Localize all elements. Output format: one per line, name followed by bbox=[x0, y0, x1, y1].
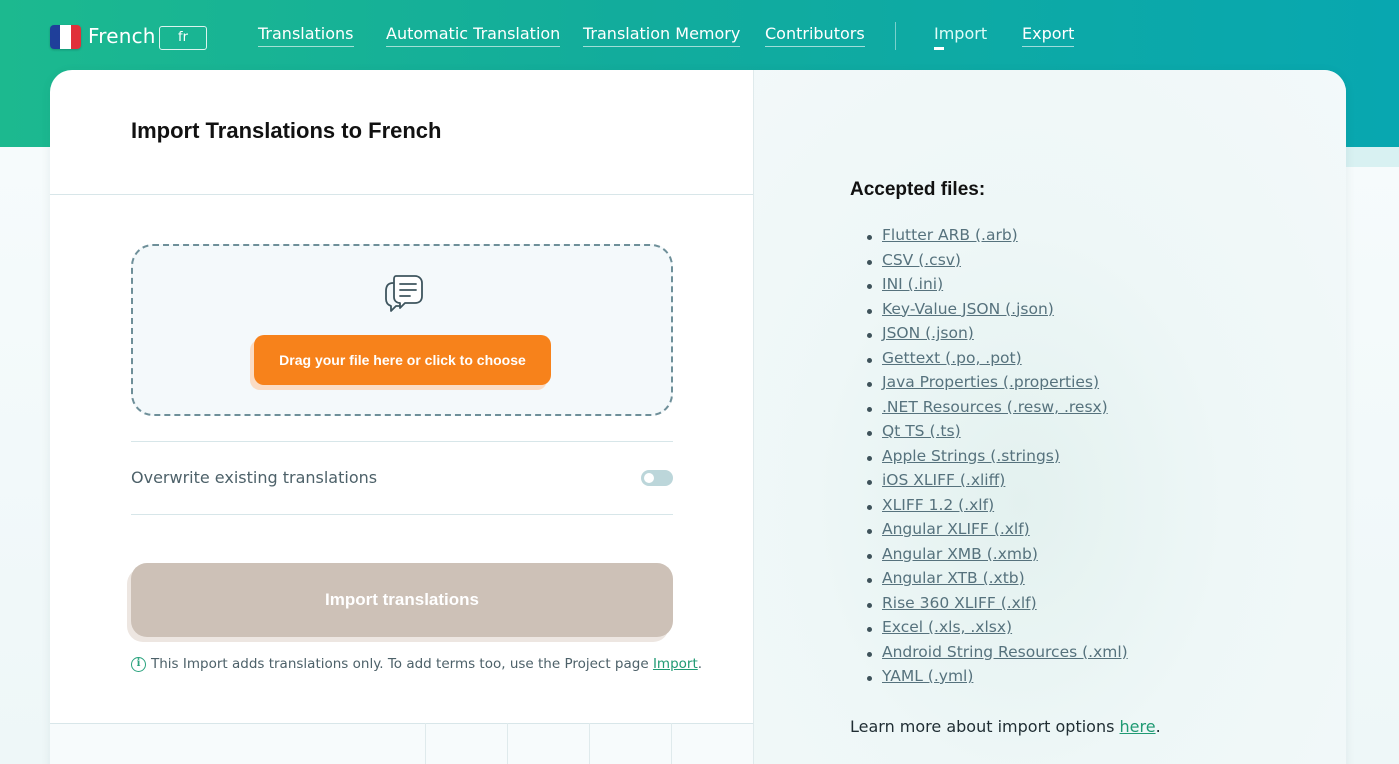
document-chat-icon bbox=[385, 275, 423, 312]
accepted-file-link[interactable]: Angular XTB (.xtb) bbox=[882, 569, 1025, 587]
accepted-file-item: Qt TS (.ts) bbox=[850, 422, 1128, 447]
accepted-files-title: Accepted files: bbox=[850, 179, 986, 200]
bottom-divider bbox=[50, 723, 753, 724]
accepted-file-link[interactable]: Apple Strings (.strings) bbox=[882, 447, 1060, 465]
accepted-file-item: CSV (.csv) bbox=[850, 251, 1128, 276]
grid-line bbox=[425, 723, 426, 764]
nav-translation-memory[interactable]: Translation Memory bbox=[583, 24, 741, 47]
page-title: Import Translations to French bbox=[131, 118, 442, 143]
learn-more-text: Learn more about import options bbox=[850, 717, 1120, 736]
accepted-file-item: iOS XLIFF (.xliff) bbox=[850, 471, 1128, 496]
accepted-file-link[interactable]: iOS XLIFF (.xliff) bbox=[882, 471, 1005, 489]
accepted-file-link[interactable]: Java Properties (.properties) bbox=[882, 373, 1099, 391]
accepted-file-item: Gettext (.po, .pot) bbox=[850, 349, 1128, 374]
grid-line bbox=[507, 723, 508, 764]
overwrite-toggle[interactable] bbox=[641, 470, 673, 486]
accepted-file-link[interactable]: XLIFF 1.2 (.xlf) bbox=[882, 496, 994, 514]
learn-more: Learn more about import options here. bbox=[850, 717, 1161, 736]
accepted-file-link[interactable]: Angular XMB (.xmb) bbox=[882, 545, 1038, 563]
language-name: French bbox=[88, 24, 156, 48]
accepted-file-item: INI (.ini) bbox=[850, 275, 1128, 300]
flag-fr-icon bbox=[50, 25, 81, 49]
title-divider bbox=[50, 194, 753, 195]
accepted-file-link[interactable]: Excel (.xls, .xlsx) bbox=[882, 618, 1012, 636]
note-import-link[interactable]: Import bbox=[653, 656, 698, 672]
accepted-file-item: Java Properties (.properties) bbox=[850, 373, 1128, 398]
accepted-file-item: Excel (.xls, .xlsx) bbox=[850, 618, 1128, 643]
grid-line bbox=[671, 723, 672, 764]
learn-more-end: . bbox=[1155, 717, 1161, 736]
accepted-file-item: Key-Value JSON (.json) bbox=[850, 300, 1128, 325]
accepted-file-item: Flutter ARB (.arb) bbox=[850, 226, 1128, 251]
accepted-file-link[interactable]: CSV (.csv) bbox=[882, 251, 961, 269]
overwrite-label: Overwrite existing translations bbox=[131, 468, 378, 487]
accepted-files-list: Flutter ARB (.arb) CSV (.csv) INI (.ini) Ke… bbox=[850, 226, 1128, 692]
accepted-file-link[interactable]: Flutter ARB (.arb) bbox=[882, 226, 1018, 244]
nav-translations[interactable]: Translations bbox=[258, 24, 354, 47]
accepted-file-item: Rise 360 XLIFF (.xlf) bbox=[850, 594, 1128, 619]
accepted-file-item: .NET Resources (.resw, .resx) bbox=[850, 398, 1128, 423]
accepted-file-link[interactable]: Key-Value JSON (.json) bbox=[882, 300, 1054, 318]
accepted-file-item: Angular XTB (.xtb) bbox=[850, 569, 1128, 594]
accepted-file-link[interactable]: Qt TS (.ts) bbox=[882, 422, 961, 440]
nav-contributors[interactable]: Contributors bbox=[765, 24, 865, 47]
nav-separator bbox=[895, 22, 896, 50]
import-translations-button[interactable]: Import translations bbox=[131, 563, 673, 637]
file-dropzone[interactable]: Drag your file here or click to choose bbox=[131, 244, 673, 416]
bottom-section bbox=[50, 724, 753, 764]
accepted-file-link[interactable]: YAML (.yml) bbox=[882, 667, 973, 685]
accepted-file-item: JSON (.json) bbox=[850, 324, 1128, 349]
accepted-file-link[interactable]: Angular XLIFF (.xlf) bbox=[882, 520, 1030, 538]
accepted-file-link[interactable]: INI (.ini) bbox=[882, 275, 943, 293]
note-end: . bbox=[697, 656, 703, 672]
accepted-file-item: Angular XMB (.xmb) bbox=[850, 545, 1128, 570]
options-divider-bottom bbox=[131, 514, 673, 515]
nav-import[interactable]: Import bbox=[934, 24, 987, 50]
toggle-knob bbox=[644, 473, 654, 483]
import-card: Import Translations to French Drag your … bbox=[50, 70, 1346, 764]
learn-more-link[interactable]: here bbox=[1120, 717, 1156, 736]
accepted-file-item: YAML (.yml) bbox=[850, 667, 1128, 692]
accepted-file-item: XLIFF 1.2 (.xlf) bbox=[850, 496, 1128, 521]
nav-export[interactable]: Export bbox=[1022, 24, 1075, 47]
grid-line bbox=[589, 723, 590, 764]
accepted-file-link[interactable]: Rise 360 XLIFF (.xlf) bbox=[882, 594, 1037, 612]
options-divider-top bbox=[131, 441, 673, 442]
top-navigation: French fr Translations Automatic Transla… bbox=[0, 0, 1399, 70]
page-background-accent bbox=[1339, 147, 1399, 167]
accepted-file-link[interactable]: Gettext (.po, .pot) bbox=[882, 349, 1022, 367]
info-icon: i bbox=[131, 656, 146, 672]
language-code-badge: fr bbox=[159, 26, 207, 50]
import-note: i This Import adds translations only. To… bbox=[131, 656, 702, 672]
choose-file-button[interactable]: Drag your file here or click to choose bbox=[254, 335, 551, 385]
note-text: This Import adds translations only. To a… bbox=[151, 656, 649, 672]
accepted-file-item: Apple Strings (.strings) bbox=[850, 447, 1128, 472]
accepted-file-item: Angular XLIFF (.xlf) bbox=[850, 520, 1128, 545]
accepted-file-item: Android String Resources (.xml) bbox=[850, 643, 1128, 668]
accepted-file-link[interactable]: JSON (.json) bbox=[882, 324, 974, 342]
nav-automatic-translation[interactable]: Automatic Translation bbox=[386, 24, 561, 47]
accepted-file-link[interactable]: .NET Resources (.resw, .resx) bbox=[882, 398, 1108, 416]
accepted-file-link[interactable]: Android String Resources (.xml) bbox=[882, 643, 1128, 661]
accepted-files-panel: Accepted files: Flutter ARB (.arb) CSV (.… bbox=[753, 70, 1346, 764]
